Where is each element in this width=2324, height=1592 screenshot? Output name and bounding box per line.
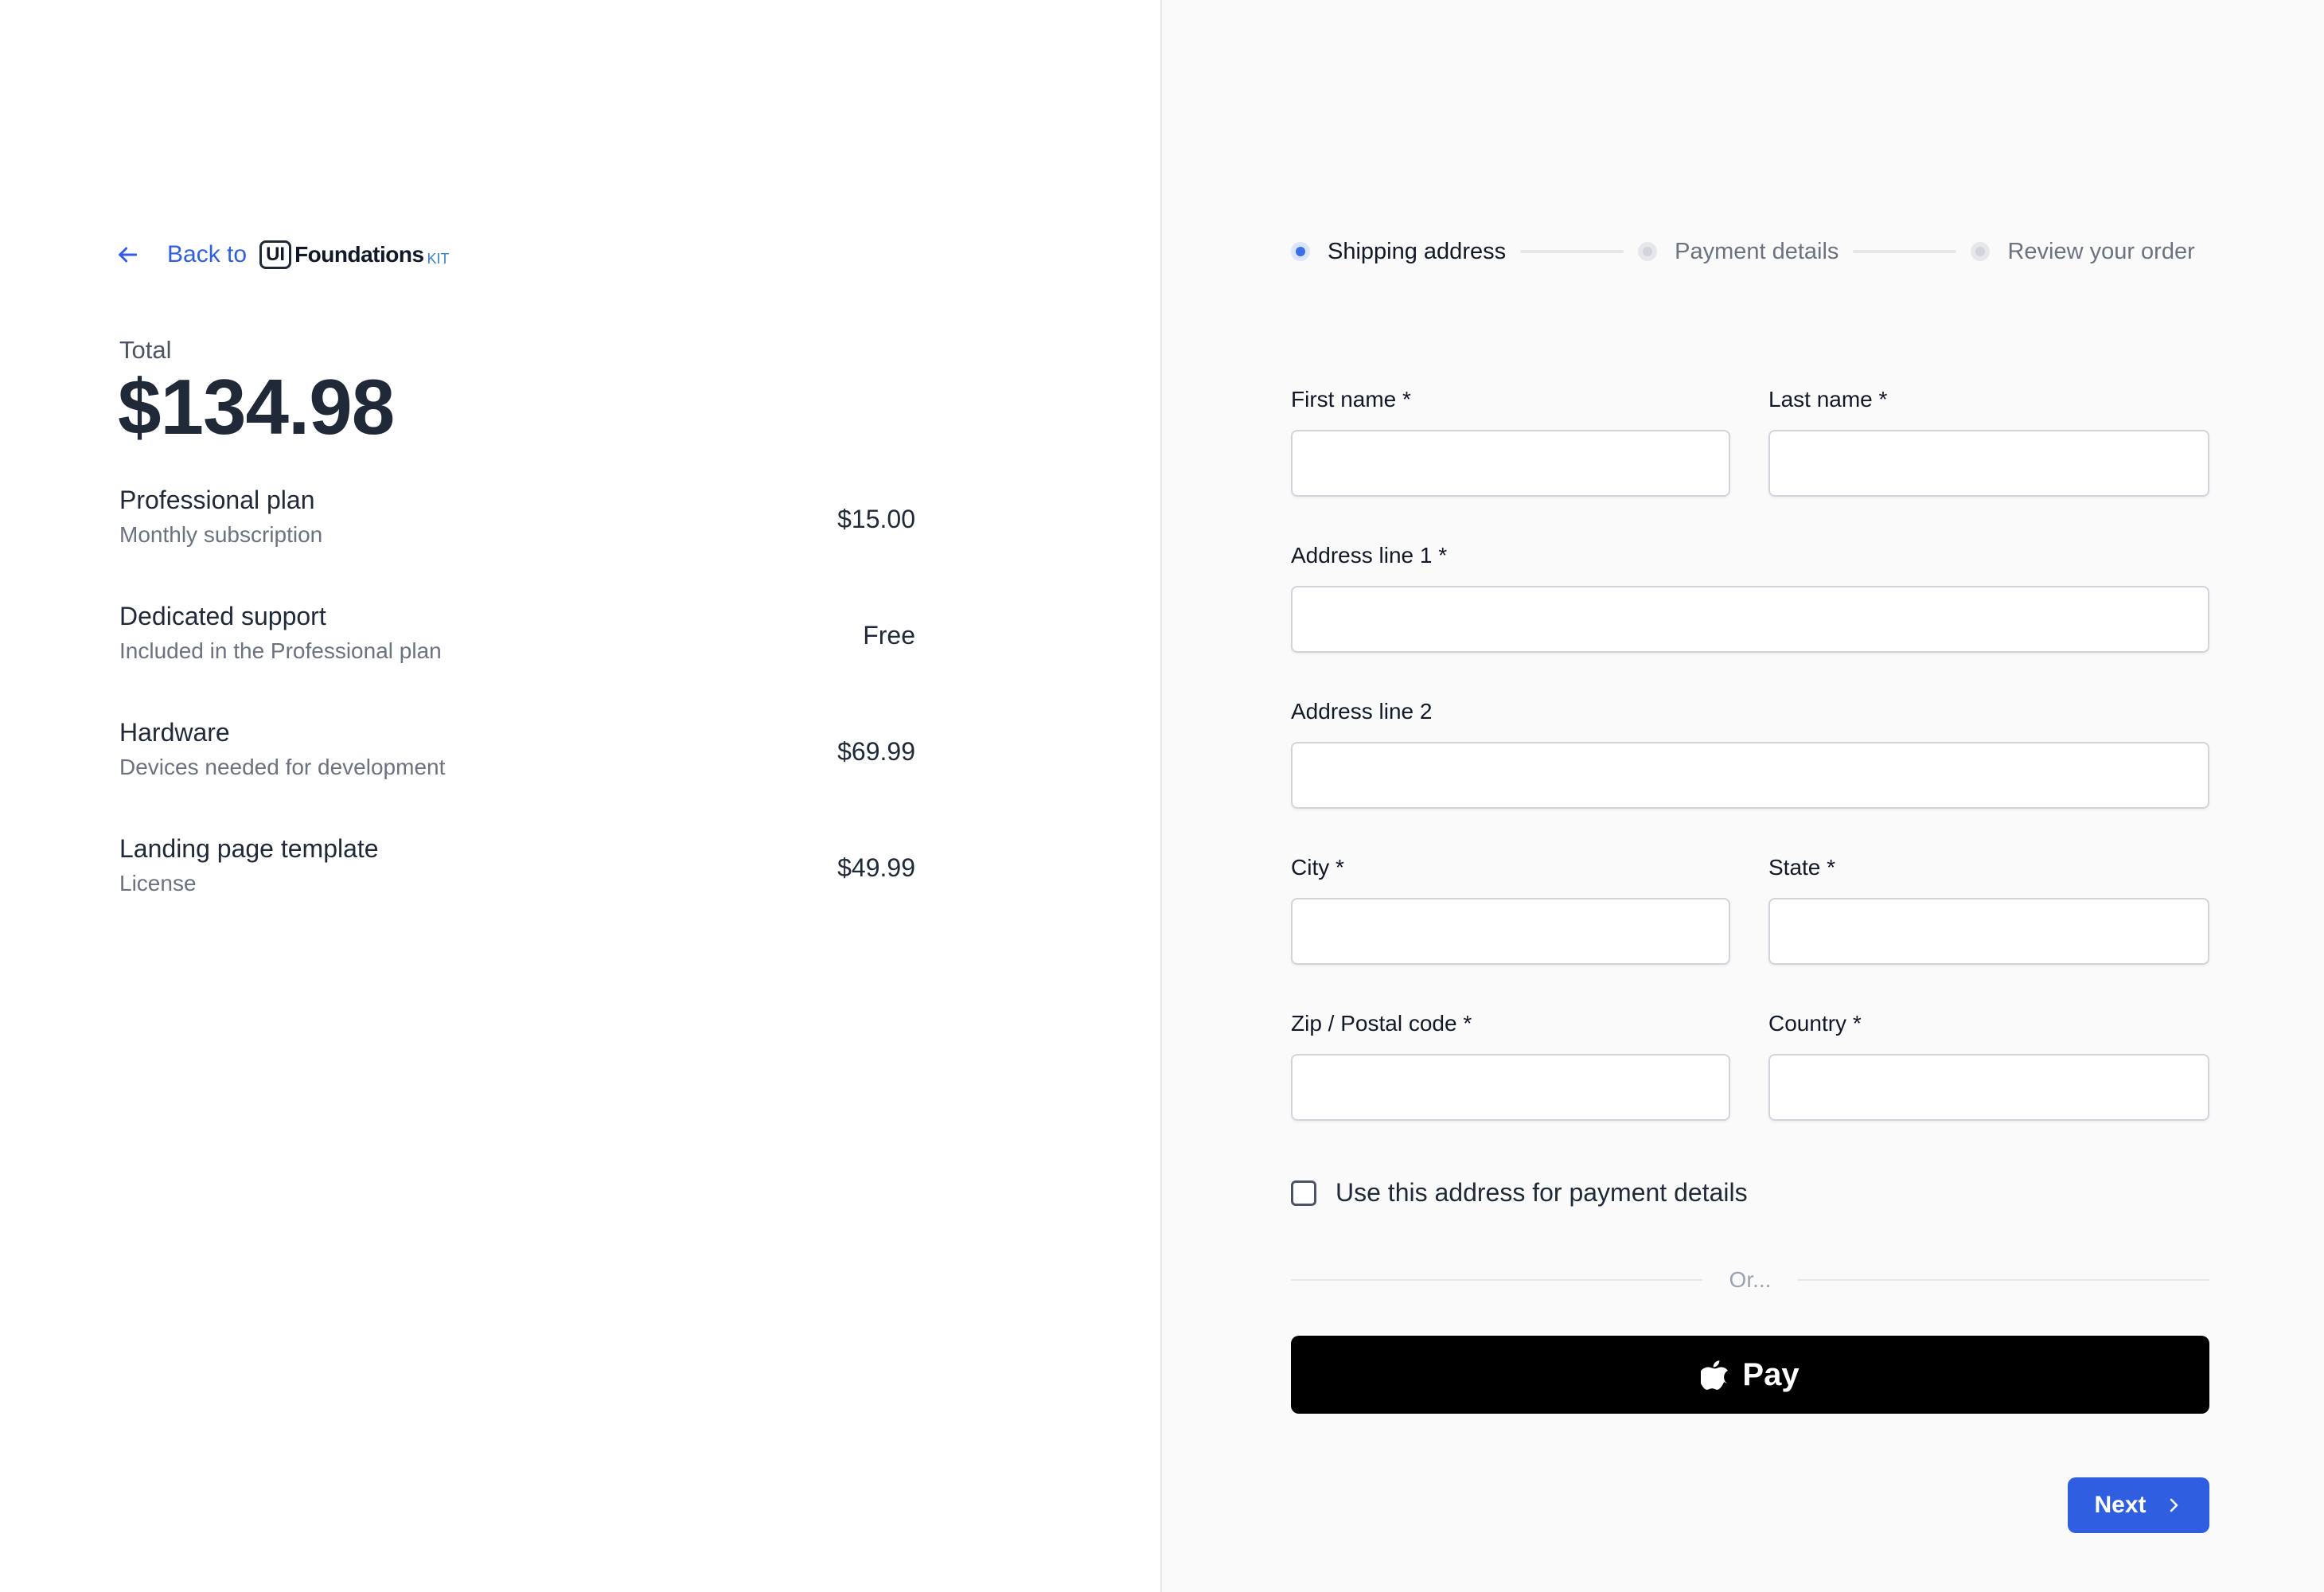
apple-pay-label: Pay bbox=[1742, 1356, 1800, 1392]
total-value: $134.98 bbox=[118, 363, 395, 451]
list-item: Professional plan Monthly subscription $… bbox=[119, 481, 915, 597]
divider-line bbox=[1291, 1279, 1702, 1281]
state-label: State * bbox=[1768, 855, 1836, 880]
address-line-1-input[interactable] bbox=[1291, 586, 2209, 653]
or-divider: Or... bbox=[1291, 1264, 2209, 1296]
line-items-list: Professional plan Monthly subscription $… bbox=[119, 481, 915, 946]
country-field: Country * bbox=[1768, 1008, 2209, 1121]
divider-line bbox=[1798, 1279, 2209, 1281]
step-label: Shipping address bbox=[1328, 238, 1507, 264]
step-label: Review your order bbox=[2007, 238, 2195, 264]
item-price: $69.99 bbox=[837, 737, 915, 766]
chevron-right-icon bbox=[2170, 1498, 2178, 1512]
address-line-1-label: Address line 1 * bbox=[1291, 543, 1448, 568]
item-price: Free bbox=[863, 621, 915, 650]
step-connector bbox=[1520, 250, 1624, 253]
item-description: Devices needed for development bbox=[119, 755, 446, 779]
item-name: Dedicated support bbox=[119, 602, 326, 630]
country-input[interactable] bbox=[1768, 1054, 2209, 1121]
step-indicator-dot bbox=[1291, 242, 1310, 261]
last-name-label: Last name * bbox=[1768, 387, 1888, 412]
brand-logo-name: Foundations bbox=[294, 242, 424, 267]
step-label: Payment details bbox=[1675, 238, 1839, 264]
first-name-label: First name * bbox=[1291, 387, 1411, 412]
city-field: City * bbox=[1291, 852, 1730, 965]
back-link[interactable]: Back to UI Foundations KIT bbox=[115, 236, 450, 274]
item-price: $15.00 bbox=[837, 505, 915, 533]
step-payment-details[interactable]: Payment details bbox=[1638, 239, 1839, 265]
address-line-2-label: Address line 2 bbox=[1291, 699, 1433, 724]
step-review-order[interactable]: Review your order bbox=[1971, 238, 2195, 265]
use-address-checkbox-label[interactable]: Use this address for payment details bbox=[1336, 1178, 1748, 1208]
order-summary-panel: Back to UI Foundations KIT Total $134.98… bbox=[0, 0, 1162, 1592]
first-name-input[interactable] bbox=[1291, 430, 1730, 497]
next-button-label: Next bbox=[2094, 1492, 2147, 1518]
step-connector bbox=[1853, 250, 1957, 253]
address-line-2-input[interactable] bbox=[1291, 742, 2209, 809]
zip-field: Zip / Postal code * bbox=[1291, 1008, 1730, 1121]
use-address-checkbox[interactable] bbox=[1291, 1180, 1316, 1206]
item-price: $49.99 bbox=[837, 853, 915, 882]
step-shipping-address[interactable]: Shipping address bbox=[1291, 239, 1506, 265]
address-line-1-field: Address line 1 * bbox=[1291, 540, 2209, 653]
list-item: Dedicated support Included in the Profes… bbox=[119, 597, 915, 713]
item-description: License bbox=[119, 871, 197, 896]
state-input[interactable] bbox=[1768, 898, 2209, 965]
apple-pay-button[interactable]: Pay bbox=[1291, 1336, 2209, 1414]
item-name: Landing page template bbox=[119, 834, 379, 863]
zip-label: Zip / Postal code * bbox=[1291, 1011, 1472, 1036]
city-label: City * bbox=[1291, 855, 1344, 880]
step-indicator-dot bbox=[1971, 242, 1991, 261]
last-name-field: Last name * bbox=[1768, 384, 2209, 497]
divider-label: Or... bbox=[1729, 1267, 1772, 1292]
list-item: Hardware Devices needed for development … bbox=[119, 713, 915, 829]
zip-input[interactable] bbox=[1291, 1054, 1730, 1121]
first-name-field: First name * bbox=[1291, 384, 1730, 497]
brand-logo: UI Foundations KIT bbox=[259, 240, 450, 269]
item-name: Professional plan bbox=[119, 486, 315, 514]
step-indicator-dot bbox=[1638, 242, 1658, 261]
brand-logo-mark: UI bbox=[259, 240, 292, 269]
checkout-stepper: Shipping address Payment details Review … bbox=[1291, 232, 2227, 271]
next-button[interactable]: Next bbox=[2068, 1477, 2209, 1533]
item-description: Included in the Professional plan bbox=[119, 638, 442, 663]
back-link-label: Back to bbox=[167, 241, 248, 267]
last-name-input[interactable] bbox=[1768, 430, 2209, 497]
item-name: Hardware bbox=[119, 718, 230, 747]
country-label: Country * bbox=[1768, 1011, 1862, 1036]
total-label: Total bbox=[119, 336, 172, 364]
arrow-left-icon bbox=[119, 247, 138, 263]
checkout-form-panel: Shipping address Payment details Review … bbox=[1162, 0, 2324, 1592]
item-description: Monthly subscription bbox=[119, 522, 323, 547]
list-item: Landing page template License $49.99 bbox=[119, 829, 915, 946]
address-line-2-field: Address line 2 bbox=[1291, 696, 2209, 809]
city-input[interactable] bbox=[1291, 898, 1730, 965]
state-field: State * bbox=[1768, 852, 2209, 965]
use-address-checkbox-row[interactable]: Use this address for payment details bbox=[1291, 1178, 1748, 1208]
brand-logo-suffix: KIT bbox=[427, 250, 450, 267]
apple-icon bbox=[1701, 1360, 1729, 1390]
